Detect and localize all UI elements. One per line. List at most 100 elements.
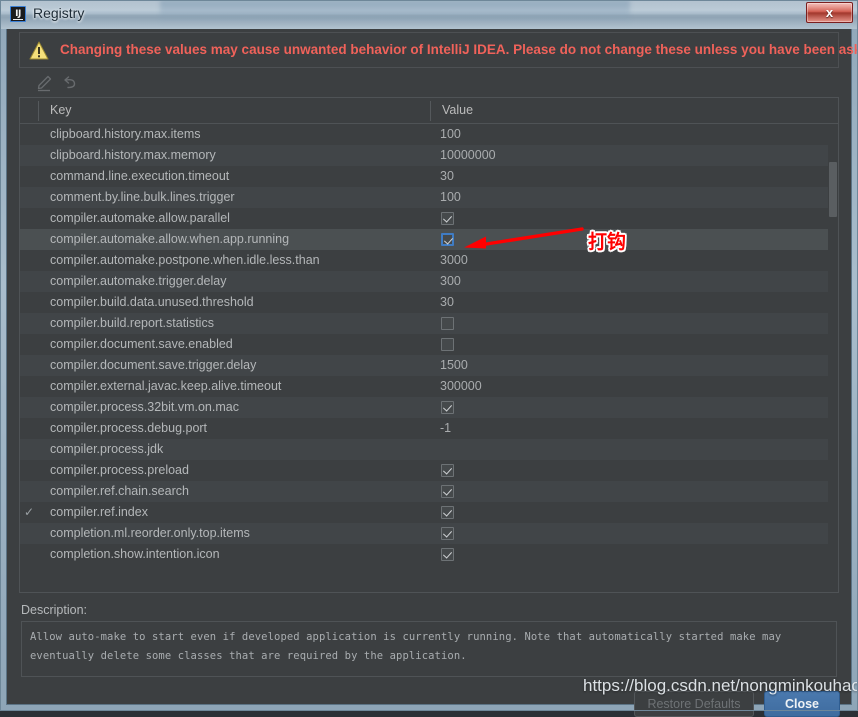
cell-value-checkbox[interactable]	[441, 485, 454, 498]
dialog-content: Changing these values may cause unwanted…	[7, 29, 858, 717]
cell-key: compiler.process.jdk	[50, 442, 164, 456]
cell-value-checkbox[interactable]	[441, 317, 454, 330]
cell-key: compiler.ref.chain.search	[50, 484, 189, 498]
close-window-button[interactable]: x	[806, 2, 853, 23]
column-header-key[interactable]: Key	[50, 103, 72, 117]
table-row[interactable]: command.line.execution.timeout 30	[20, 166, 838, 187]
table-row[interactable]: compiler.automake.trigger.delay 300	[20, 271, 838, 292]
cell-key: compiler.automake.allow.parallel	[50, 211, 230, 225]
cell-value-checkbox[interactable]	[441, 548, 454, 561]
restore-defaults-button[interactable]: Restore Defaults	[634, 691, 754, 717]
row-gutter	[20, 187, 38, 208]
table-row[interactable]: compiler.build.report.statistics	[20, 313, 838, 334]
row-gutter	[20, 334, 38, 355]
cell-key: compiler.automake.allow.when.app.running	[50, 232, 290, 246]
cell-value: 10000000	[440, 148, 496, 162]
cell-key: clipboard.history.max.items	[50, 127, 201, 141]
header-divider-value	[430, 101, 431, 121]
cell-value: 100	[440, 190, 461, 204]
table-row[interactable]: compiler.external.javac.keep.alive.timeo…	[20, 376, 838, 397]
table-row[interactable]: compiler.ref.chain.search	[20, 481, 838, 502]
table-body: clipboard.history.max.items 100 clipboard.…	[20, 124, 838, 592]
cell-value-checkbox[interactable]	[441, 506, 454, 519]
row-gutter	[20, 145, 38, 166]
row-gutter	[20, 313, 38, 334]
warning-banner: Changing these values may cause unwanted…	[19, 32, 858, 68]
cell-key: compiler.build.data.unused.threshold	[50, 295, 254, 309]
cell-key: compiler.ref.index	[50, 505, 148, 519]
warning-triangle-icon	[29, 41, 49, 60]
row-gutter	[20, 124, 38, 145]
registry-table: Key Value clipboard.history.max.items 100…	[19, 97, 839, 593]
cell-value-checkbox[interactable]	[441, 338, 454, 351]
row-gutter	[20, 166, 38, 187]
cell-key: compiler.automake.postpone.when.idle.les…	[50, 253, 320, 267]
cell-value: 30	[440, 295, 454, 309]
cell-key: completion.ml.reorder.only.top.items	[50, 526, 250, 540]
table-row[interactable]: compiler.automake.postpone.when.idle.les…	[20, 250, 838, 271]
row-gutter	[20, 397, 38, 418]
table-row[interactable]: compiler.document.save.trigger.delay 1500	[20, 355, 838, 376]
table-header-row: Key Value	[20, 98, 838, 124]
table-vertical-scrollbar[interactable]	[828, 124, 838, 592]
dialog-client-area: Changing these values may cause unwanted…	[6, 29, 858, 717]
cell-key: compiler.process.preload	[50, 463, 189, 477]
cell-value: 300	[440, 274, 461, 288]
close-button[interactable]: Close	[764, 691, 840, 717]
table-row[interactable]: compiler.process.preload	[20, 460, 838, 481]
registry-toolbar	[19, 70, 839, 96]
cell-value-checkbox[interactable]	[441, 527, 454, 540]
table-row[interactable]: clipboard.history.max.memory 10000000	[20, 145, 838, 166]
cell-value-checkbox[interactable]	[441, 212, 454, 225]
table-row[interactable]: compiler.automake.allow.when.app.running	[20, 229, 838, 250]
cell-value: 30	[440, 169, 454, 183]
cell-key: compiler.build.report.statistics	[50, 316, 214, 330]
cell-key: compiler.process.debug.port	[50, 421, 208, 435]
close-icon: x	[825, 5, 834, 20]
cell-value: 100	[440, 127, 461, 141]
cell-key: compiler.document.save.trigger.delay	[50, 358, 257, 372]
row-gutter	[20, 376, 38, 397]
cell-value-checkbox[interactable]	[441, 233, 454, 246]
cell-value-checkbox[interactable]	[441, 401, 454, 414]
description-label: Description:	[21, 603, 87, 617]
row-gutter	[20, 292, 38, 313]
cell-value: 3000	[440, 253, 468, 267]
table-row[interactable]: compiler.process.32bit.vm.on.mac	[20, 397, 838, 418]
row-gutter	[20, 250, 38, 271]
intellij-idea-icon: IJ	[10, 6, 26, 22]
table-row[interactable]: completion.show.intention.icon	[20, 544, 838, 565]
row-gutter	[20, 355, 38, 376]
row-gutter	[20, 439, 38, 460]
cell-value: 1500	[440, 358, 468, 372]
row-gutter	[20, 544, 38, 565]
table-row[interactable]: compiler.process.jdk	[20, 439, 838, 460]
table-row[interactable]: completion.ml.reorder.only.top.items	[20, 523, 838, 544]
column-header-value[interactable]: Value	[442, 103, 473, 117]
cell-value-checkbox[interactable]	[441, 464, 454, 477]
table-row[interactable]: comment.by.line.bulk.lines.trigger 100	[20, 187, 838, 208]
window-title: Registry	[33, 5, 85, 21]
cell-key: comment.by.line.bulk.lines.trigger	[50, 190, 235, 204]
row-gutter	[20, 523, 38, 544]
table-row[interactable]: ✓ compiler.ref.index	[20, 502, 838, 523]
table-row[interactable]: clipboard.history.max.items 100	[20, 124, 838, 145]
row-gutter	[20, 460, 38, 481]
table-row[interactable]: compiler.process.debug.port -1	[20, 418, 838, 439]
cell-value: 300000	[440, 379, 482, 393]
table-row[interactable]: compiler.build.data.unused.threshold 30	[20, 292, 838, 313]
warning-message: Changing these values may cause unwanted…	[60, 42, 858, 57]
edit-icon[interactable]	[33, 73, 55, 93]
revert-icon[interactable]	[59, 73, 81, 93]
cell-key: completion.show.intention.icon	[50, 547, 220, 561]
table-row[interactable]: compiler.automake.allow.parallel	[20, 208, 838, 229]
table-row[interactable]: compiler.document.save.enabled	[20, 334, 838, 355]
row-modified-check-icon: ✓	[23, 505, 35, 519]
cell-key: command.line.execution.timeout	[50, 169, 230, 183]
row-gutter	[20, 418, 38, 439]
description-text: Allow auto-make to start even if develop…	[30, 631, 788, 662]
cell-key: compiler.process.32bit.vm.on.mac	[50, 400, 239, 414]
title-bar[interactable]: IJ Registry x	[0, 0, 858, 29]
scrollbar-thumb[interactable]	[829, 162, 837, 217]
row-gutter	[20, 208, 38, 229]
